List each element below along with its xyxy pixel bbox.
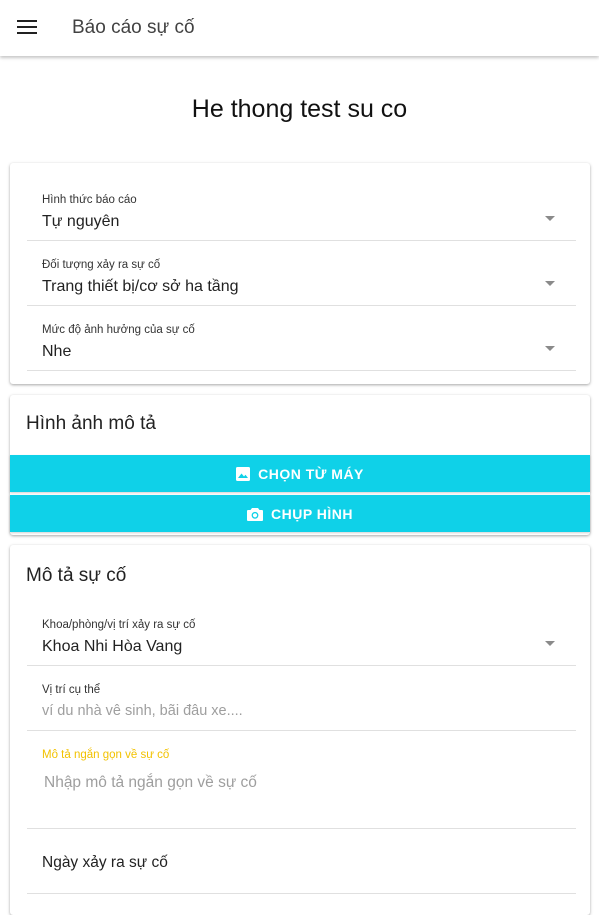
impact-level-value: Nhe [42,343,72,360]
specific-location-input[interactable]: Vị trí cụ thể ví du nhà vê sinh, bãi đâu… [27,666,576,731]
description-card: Mô tả sự cố Khoa/phòng/vị trí xảy ra sự … [10,545,590,915]
report-type-label: Hình thức báo cáo [42,194,137,206]
impact-level-select[interactable]: Mức độ ảnh hưởng của sự cố Nhe [27,306,576,371]
image-card: Hình ảnh mô tả CHỌN TỪ MÁY CHỤP HÌNH [10,395,590,535]
report-info-card: Hình thức báo cáo Tự nguyên Đối tượng xả… [10,163,590,384]
dropdown-arrow-icon [545,281,555,286]
incident-object-value: Trang thiết bị/cơ sở ha tầng [42,278,239,295]
app-bar-title: Báo cáo sự cố [72,17,195,38]
incident-date-input[interactable]: Ngày xảy ra sự cố [27,829,576,894]
short-description-input[interactable]: Mô tả ngắn gọn về sự cố Nhập mô tả ngắn … [27,731,576,829]
location-label: Khoa/phòng/vị trí xảy ra sự cố [42,619,196,631]
choose-from-device-label: CHỌN TỪ MÁY [258,465,364,482]
specific-location-label: Vị trí cụ thể [42,684,101,696]
short-description-placeholder: Nhập mô tả ngắn gọn về sự cố [44,774,257,791]
app-bar: Báo cáo sự cố [0,0,599,56]
choose-from-device-button[interactable]: CHỌN TỪ MÁY [10,455,590,492]
report-type-value: Tự nguyên [42,213,120,230]
image-section-title: Hình ảnh mô tả [26,413,156,434]
incident-object-label: Đối tượng xảy ra sự cố [42,259,161,271]
short-description-label: Mô tả ngắn gọn về sự cố [42,749,170,761]
dropdown-arrow-icon [545,641,555,646]
location-select[interactable]: Khoa/phòng/vị trí xảy ra sự cố Khoa Nhi … [27,601,576,666]
image-icon [236,466,251,481]
location-value: Khoa Nhi Hòa Vang [42,638,183,655]
take-photo-label: CHỤP HÌNH [270,505,354,522]
page-title: He thong test su co [191,95,408,123]
description-section-title: Mô tả sự cố [26,565,127,586]
camera-icon [246,507,263,521]
report-type-select[interactable]: Hình thức báo cáo Tự nguyên [27,176,576,241]
menu-icon[interactable] [17,20,37,35]
specific-location-placeholder: ví du nhà vê sinh, bãi đâu xe.... [42,703,243,719]
dropdown-arrow-icon [545,346,555,351]
incident-object-select[interactable]: Đối tượng xảy ra sự cố Trang thiết bị/cơ… [27,241,576,306]
impact-level-label: Mức độ ảnh hưởng của sự cố [42,324,195,336]
take-photo-button[interactable]: CHỤP HÌNH [10,495,590,532]
incident-date-label: Ngày xảy ra sự cố [42,854,168,871]
dropdown-arrow-icon [545,216,555,221]
